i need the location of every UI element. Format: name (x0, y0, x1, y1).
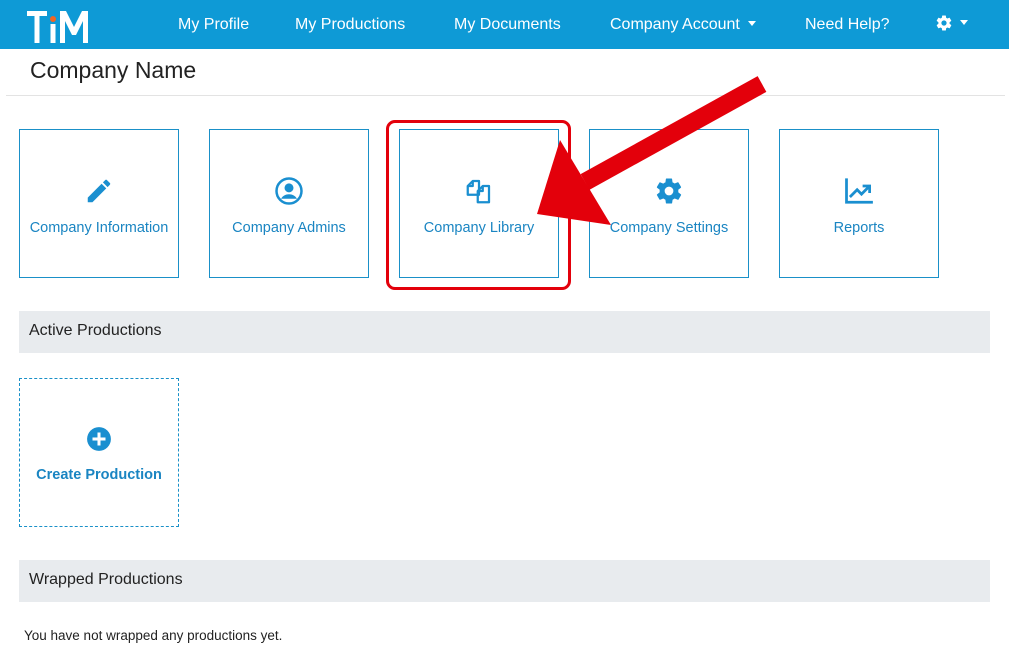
nav-my-documents[interactable]: My Documents (454, 0, 561, 49)
tim-logo-icon (27, 11, 88, 43)
empty-state-text: You have not wrapped any productions yet… (24, 628, 283, 643)
tile-company-admins[interactable]: Company Admins (209, 129, 369, 278)
tile-company-settings[interactable]: Company Settings (589, 129, 749, 278)
nav-company-account[interactable]: Company Account (610, 0, 756, 49)
tile-label: Company Settings (609, 220, 729, 236)
tile-reports[interactable]: Reports (779, 129, 939, 278)
tile-label: Company Admins (232, 220, 346, 236)
gear-icon (936, 15, 952, 31)
nav-need-help[interactable]: Need Help? (805, 0, 890, 49)
chart-line-icon (780, 175, 938, 207)
chevron-down-icon (747, 21, 756, 27)
section-heading: Wrapped Productions (29, 571, 183, 588)
highlight-box (386, 120, 571, 290)
nav-my-productions[interactable]: My Productions (295, 0, 405, 49)
user-circle-icon (210, 175, 368, 207)
tile-company-information[interactable]: Company Information (19, 129, 179, 278)
section-heading: Active Productions (29, 322, 162, 339)
create-production-button[interactable]: Create Production (19, 378, 179, 527)
gear-icon (590, 175, 748, 207)
nav-my-profile[interactable]: My Profile (178, 0, 249, 49)
chevron-down-icon (960, 19, 968, 25)
tim-logo[interactable] (26, 9, 92, 45)
wrapped-productions-header: Wrapped Productions (19, 560, 990, 602)
tile-label: Company Information (29, 220, 169, 236)
divider (6, 95, 1005, 96)
active-productions-header: Active Productions (19, 311, 990, 353)
pencil-icon (20, 175, 178, 207)
create-production-label: Create Production (36, 467, 162, 483)
plus-circle-icon (20, 426, 178, 452)
tile-label: Reports (833, 220, 885, 236)
top-navbar: My Profile My Productions My Documents C… (0, 0, 1009, 49)
page-title: Company Name (30, 57, 197, 83)
settings-menu[interactable] (935, 14, 968, 36)
nav-company-account-label: Company Account (610, 16, 740, 33)
